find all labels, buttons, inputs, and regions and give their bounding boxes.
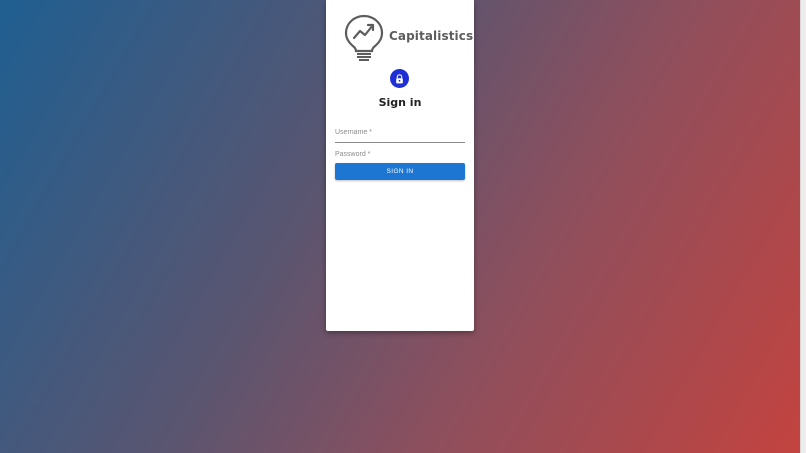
password-field[interactable]: Password * [335,149,465,162]
password-label: Password * [335,151,371,158]
page-background: Capitalistics Sign in Username * Passwor… [0,0,800,453]
username-field[interactable]: Username * [335,127,465,143]
lightbulb-chart-icon [344,14,384,61]
username-label: Username * [335,129,372,136]
page-scrollbar[interactable] [800,0,806,453]
lock-icon [396,73,403,83]
brand-name: Capitalistics [389,29,474,43]
lock-avatar [390,69,409,88]
sign-in-button[interactable]: SIGN IN [335,163,465,180]
brand-logo: Capitalistics [344,14,473,62]
login-card: Capitalistics Sign in Username * Passwor… [326,0,474,331]
page-title: Sign in [378,96,422,109]
